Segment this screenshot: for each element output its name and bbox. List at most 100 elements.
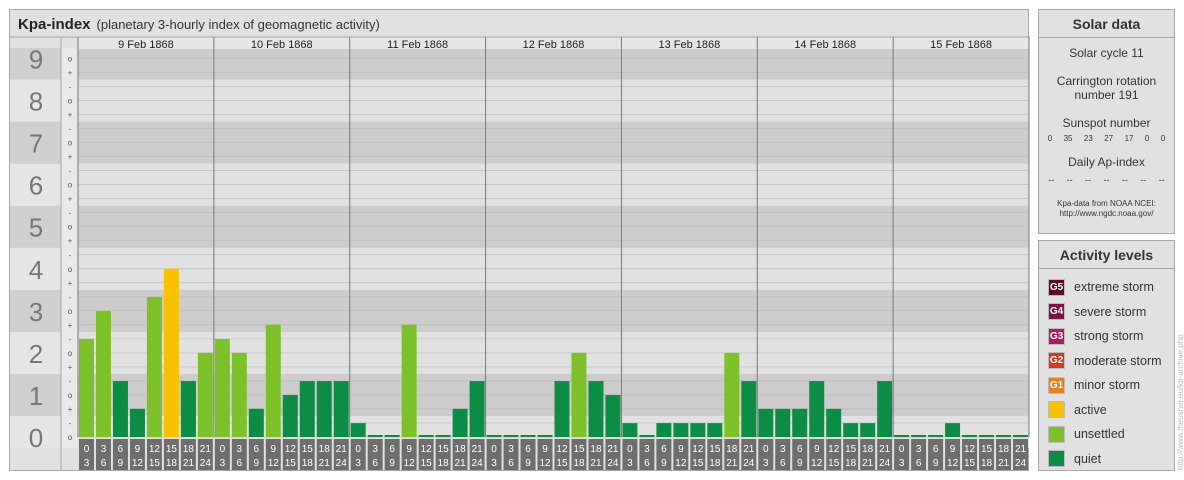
hour-end-label: 3 [899,458,905,469]
legend-label: quiet [1074,451,1102,466]
kp-bar [622,423,638,437]
minor-mark: + [68,153,73,162]
legend-label: active [1074,402,1107,417]
hour-start-label: 0 [899,444,905,455]
archive-credit[interactable]: http://www.theusner.eu/kp-archive.php [1176,334,1184,470]
hour-start-label: 9 [406,444,412,455]
hour-end-label: 15 [421,458,433,469]
hour-start-label: 6 [118,444,124,455]
hour-start-label: 3 [508,444,514,455]
legend-label: severe storm [1074,304,1147,319]
hour-end-label: 21 [998,458,1010,469]
y-tick-label: 4 [29,255,43,285]
minor-mark: - [69,335,72,344]
kp-bar [673,423,689,437]
hour-end-label: 9 [389,458,395,469]
hour-start-label: 21 [200,444,212,455]
solar-data-panel: Solar data Solar cycle 11 Carrington rot… [1038,9,1175,234]
minor-mark: o [68,139,73,148]
hour-end-label: 18 [573,458,585,469]
minor-mark: - [69,293,72,302]
hour-start-label: 18 [998,444,1010,455]
hour-start-label: 3 [237,444,243,455]
legend-item-unsettled: unsettled [1039,422,1174,447]
hour-start-label: 6 [797,444,803,455]
hour-start-label: 6 [525,444,531,455]
kp-bar [231,352,247,437]
legend-item-moderate-storm: G2 moderate storm [1039,349,1174,374]
kp-bar [503,435,519,437]
kp-bar [588,381,604,437]
kp-bar [877,381,893,437]
hour-start-label: 6 [389,444,395,455]
activity-legend: G5 extreme storm G4 severe storm G3 strong st… [1039,269,1174,471]
hour-end-label: 9 [254,458,260,469]
hour-start-label: 6 [933,444,939,455]
minor-mark: + [68,111,73,120]
hour-start-label: 21 [472,444,484,455]
hour-end-label: 6 [372,458,378,469]
kp-bar [962,435,978,437]
legend-label: unsettled [1074,427,1125,442]
hour-end-label: 12 [947,458,959,469]
carrington-line2: number 191 [1074,88,1139,102]
kp-bar [401,324,417,437]
minor-mark: + [68,69,73,78]
legend-item-strong-storm: G3 strong storm [1039,324,1174,349]
hour-end-label: 9 [933,458,939,469]
legend-label: minor storm [1074,378,1140,393]
minor-mark: - [69,377,72,386]
hour-start-label: 9 [271,444,277,455]
minor-mark: - [69,125,72,134]
hour-start-label: 9 [950,444,956,455]
legend-label: moderate storm [1074,353,1162,368]
hour-end-label: 3 [763,458,769,469]
kp-bar [350,423,366,437]
kp-bar [1013,435,1028,437]
band-9 [78,48,1029,80]
hour-end-label: 3 [220,458,226,469]
kp-bar [248,408,264,437]
hour-end-label: 24 [472,458,484,469]
day-label: 10 Feb 1868 [251,39,313,51]
kp-bar [214,339,230,437]
hour-start-label: 18 [590,444,602,455]
ap-value: -- [1158,175,1165,185]
hour-end-label: 12 [811,458,823,469]
credit-link[interactable]: http://www.ngdc.noaa.gov/ [1039,209,1174,219]
hour-start-label: 15 [166,444,178,455]
hour-end-label: 24 [743,458,755,469]
hour-end-label: 9 [525,458,531,469]
minor-mark: + [68,321,73,330]
y-tick-label: 2 [29,339,43,369]
carrington-line1: Carrington rotation [1056,74,1157,88]
minor-mark: o [68,307,73,316]
hour-start-label: 3 [644,444,650,455]
hour-start-label: 12 [964,444,976,455]
activity-levels-panel: Activity levels G5 extreme storm G4 severe … [1038,240,1175,471]
hour-end-label: 15 [149,458,161,469]
sunspot-value: 0 [1144,134,1150,143]
sunspot-value: 27 [1104,134,1114,143]
sunspot-value: 17 [1124,134,1134,143]
legend-label: strong storm [1074,329,1144,344]
hour-end-label: 3 [627,458,633,469]
credit-line1: Kpa-data from NOAA NCEI: [1057,199,1156,208]
legend-swatch [1048,425,1065,443]
hour-start-label: 15 [709,444,721,455]
hour-end-label: 18 [166,458,178,469]
kp-bar [724,352,740,437]
minor-mark: + [68,405,73,414]
minor-mark: - [69,209,72,218]
kp-bar [979,435,995,437]
kp-bar [996,435,1012,437]
solar-data-title: Solar data [1039,10,1174,38]
hour-start-label: 15 [981,444,993,455]
kp-bar [486,435,502,437]
legend-item-severe-storm: G4 severe storm [1039,300,1174,325]
hour-start-label: 15 [845,444,857,455]
kp-bar [197,352,213,437]
hour-start-label: 18 [726,444,738,455]
ap-value: -- [1048,175,1055,185]
hour-end-label: 24 [607,458,619,469]
